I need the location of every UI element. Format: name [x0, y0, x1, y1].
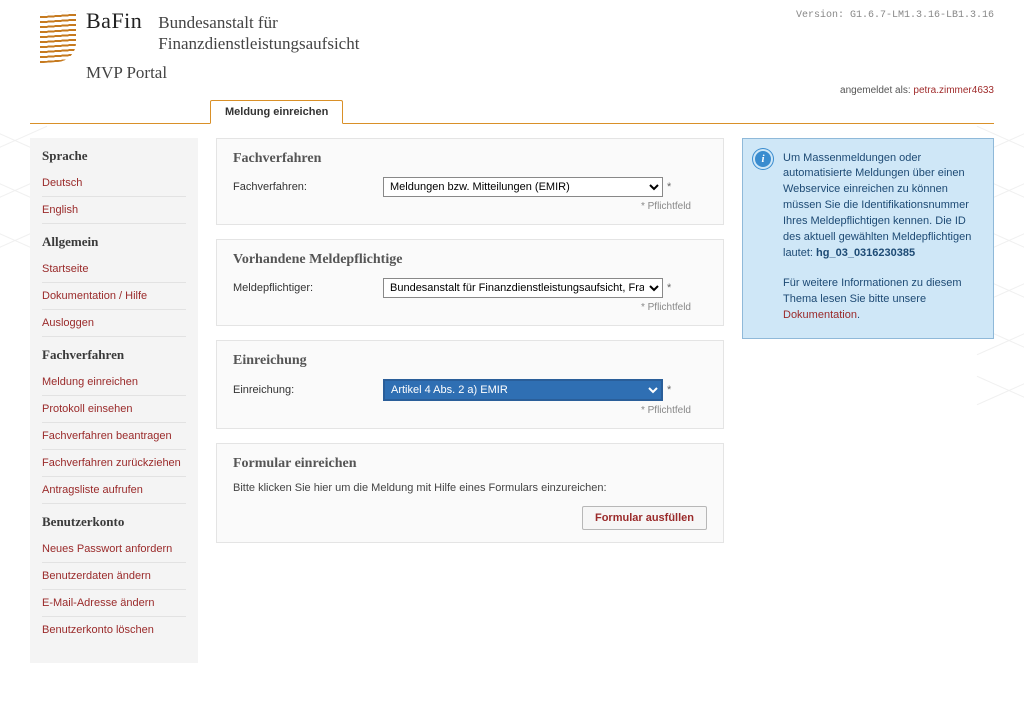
required-asterisk: * [667, 282, 671, 294]
sidebar-item-benutzerkonto-loeschen[interactable]: Benutzerkonto löschen [42, 617, 186, 643]
field-label-meldepflichtiger: Meldepflichtiger: [233, 282, 383, 294]
sidebar: Sprache Deutsch English Allgemein Starts… [30, 138, 198, 663]
sidebar-item-fachverfahren-beantragen[interactable]: Fachverfahren beantragen [42, 423, 186, 450]
login-status: angemeldet als: petra.zimmer4633 [0, 83, 1024, 100]
side-head-fachverfahren: Fachverfahren [42, 347, 186, 363]
info-text-2: Für weitere Informationen zu diesem Them… [783, 277, 962, 305]
version-label: Version: G1.6.7-LM1.3.16-LB1.3.16 [796, 8, 994, 21]
field-label-einreichung: Einreichung: [233, 384, 383, 396]
panel-einreichung: Einreichung Einreichung: Artikel 4 Abs. … [216, 340, 724, 429]
info-icon: i [753, 149, 773, 169]
sidebar-item-ausloggen[interactable]: Ausloggen [42, 310, 186, 337]
required-hint: * Pflichtfeld [233, 405, 707, 416]
sidebar-item-meldung-einreichen[interactable]: Meldung einreichen [42, 369, 186, 396]
side-head-sprache: Sprache [42, 148, 186, 164]
panel-meldepflichtige: Vorhandene Meldepflichtige Meldepflichti… [216, 239, 724, 326]
bafin-logo [40, 11, 76, 64]
info-doc-link[interactable]: Dokumentation [783, 309, 857, 321]
sidebar-item-deutsch[interactable]: Deutsch [42, 170, 186, 197]
sidebar-item-dokumentation[interactable]: Dokumentation / Hilfe [42, 283, 186, 310]
required-asterisk: * [667, 181, 671, 193]
sidebar-item-fachverfahren-zurueckziehen[interactable]: Fachverfahren zurückziehen [42, 450, 186, 477]
brand-short: BaFin [86, 8, 142, 34]
required-asterisk: * [667, 384, 671, 396]
formular-ausfuellen-button[interactable]: Formular ausfüllen [582, 506, 707, 530]
portal-name: MVP Portal [86, 63, 359, 83]
side-head-allgemein: Allgemein [42, 234, 186, 250]
sidebar-item-email-aendern[interactable]: E-Mail-Adresse ändern [42, 590, 186, 617]
side-head-benutzerkonto: Benutzerkonto [42, 514, 186, 530]
field-label-fachverfahren: Fachverfahren: [233, 181, 383, 193]
tab-meldung-einreichen[interactable]: Meldung einreichen [210, 100, 343, 124]
panel-title: Vorhandene Meldepflichtige [233, 252, 707, 268]
panel-fachverfahren: Fachverfahren Fachverfahren: Meldungen b… [216, 138, 724, 225]
select-einreichung[interactable]: Artikel 4 Abs. 2 a) EMIR [383, 379, 663, 401]
select-meldepflichtiger[interactable]: Bundesanstalt für Finanzdienstleistungsa… [383, 278, 663, 298]
sidebar-item-startseite[interactable]: Startseite [42, 256, 186, 283]
panel-title: Formular einreichen [233, 456, 707, 472]
select-fachverfahren[interactable]: Meldungen bzw. Mitteilungen (EMIR) [383, 177, 663, 197]
required-hint: * Pflichtfeld [233, 201, 707, 212]
required-hint: * Pflichtfeld [233, 302, 707, 313]
sidebar-item-english[interactable]: English [42, 197, 186, 224]
sidebar-item-protokoll-einsehen[interactable]: Protokoll einsehen [42, 396, 186, 423]
sidebar-item-neues-passwort[interactable]: Neues Passwort anfordern [42, 536, 186, 563]
info-box: i Um Massenmeldungen oder automatisierte… [742, 138, 994, 339]
panel-title: Fachverfahren [233, 151, 707, 167]
panel-title: Einreichung [233, 353, 707, 369]
panel-formular: Formular einreichen Bitte klicken Sie hi… [216, 443, 724, 543]
info-id-value: hg_03_0316230385 [816, 247, 915, 259]
brand-full: Bundesanstalt für Finanzdienstleistungsa… [158, 12, 359, 55]
login-user: petra.zimmer4633 [913, 85, 994, 96]
info-text: Um Massenmeldungen oder automatisierte M… [783, 152, 971, 260]
sidebar-item-antragsliste[interactable]: Antragsliste aufrufen [42, 477, 186, 504]
sidebar-item-benutzerdaten-aendern[interactable]: Benutzerdaten ändern [42, 563, 186, 590]
form-instruction: Bitte klicken Sie hier um die Meldung mi… [233, 482, 707, 494]
